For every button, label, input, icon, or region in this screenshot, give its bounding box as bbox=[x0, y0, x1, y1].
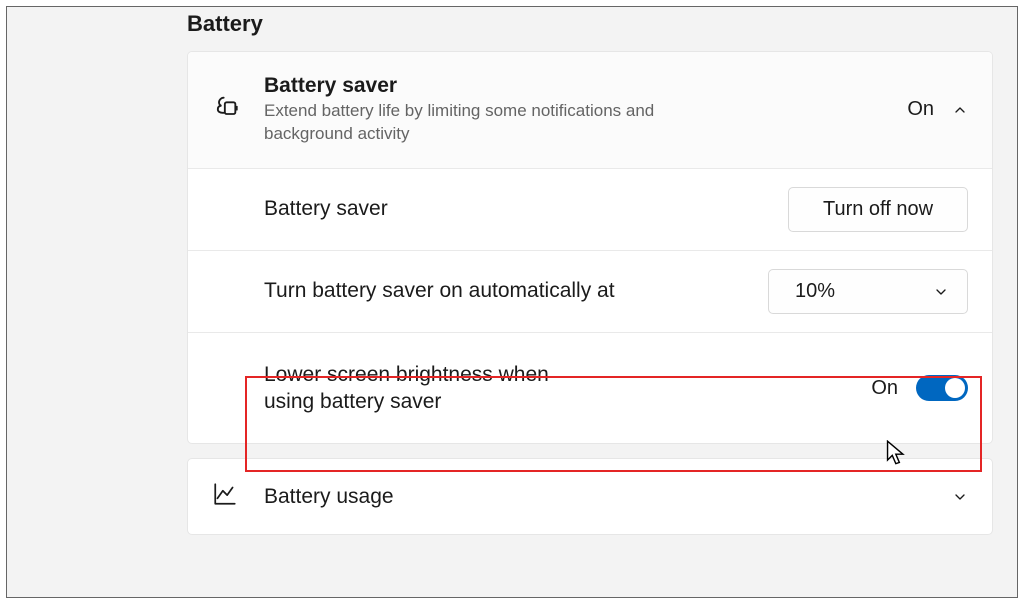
battery-usage-row[interactable]: Battery usage bbox=[188, 459, 992, 534]
lower-brightness-toggle[interactable] bbox=[916, 375, 968, 401]
battery-saver-auto-label: Turn battery saver on automatically at bbox=[264, 279, 768, 303]
battery-saver-header[interactable]: Battery saver Extend battery life by lim… bbox=[188, 52, 992, 169]
chevron-down-icon[interactable] bbox=[952, 489, 968, 505]
battery-saver-sub-label: Battery saver bbox=[264, 197, 788, 221]
toggle-knob bbox=[945, 378, 965, 398]
chevron-down-icon bbox=[933, 283, 949, 299]
battery-saver-icon bbox=[212, 93, 240, 126]
chevron-up-icon[interactable] bbox=[952, 102, 968, 118]
turn-off-now-button[interactable]: Turn off now bbox=[788, 187, 968, 232]
battery-saver-panel: Battery saver Extend battery life by lim… bbox=[187, 51, 993, 444]
battery-saver-status: On bbox=[907, 98, 934, 121]
battery-saver-title: Battery saver bbox=[264, 74, 907, 98]
battery-usage-title: Battery usage bbox=[264, 485, 952, 509]
section-title-battery: Battery bbox=[187, 11, 1017, 37]
battery-usage-panel[interactable]: Battery usage bbox=[187, 458, 993, 535]
battery-saver-threshold-value: 10% bbox=[795, 280, 835, 303]
chart-icon bbox=[212, 481, 238, 512]
battery-saver-toggle-row: Battery saver Turn off now bbox=[188, 169, 992, 251]
lower-brightness-row: Lower screen brightness when using batte… bbox=[188, 333, 992, 444]
lower-brightness-status: On bbox=[871, 377, 898, 400]
lower-brightness-label: Lower screen brightness when using batte… bbox=[264, 361, 584, 416]
battery-saver-threshold-dropdown[interactable]: 10% bbox=[768, 269, 968, 314]
battery-saver-auto-row: Turn battery saver on automatically at 1… bbox=[188, 251, 992, 333]
battery-saver-description: Extend battery life by limiting some not… bbox=[264, 100, 704, 146]
